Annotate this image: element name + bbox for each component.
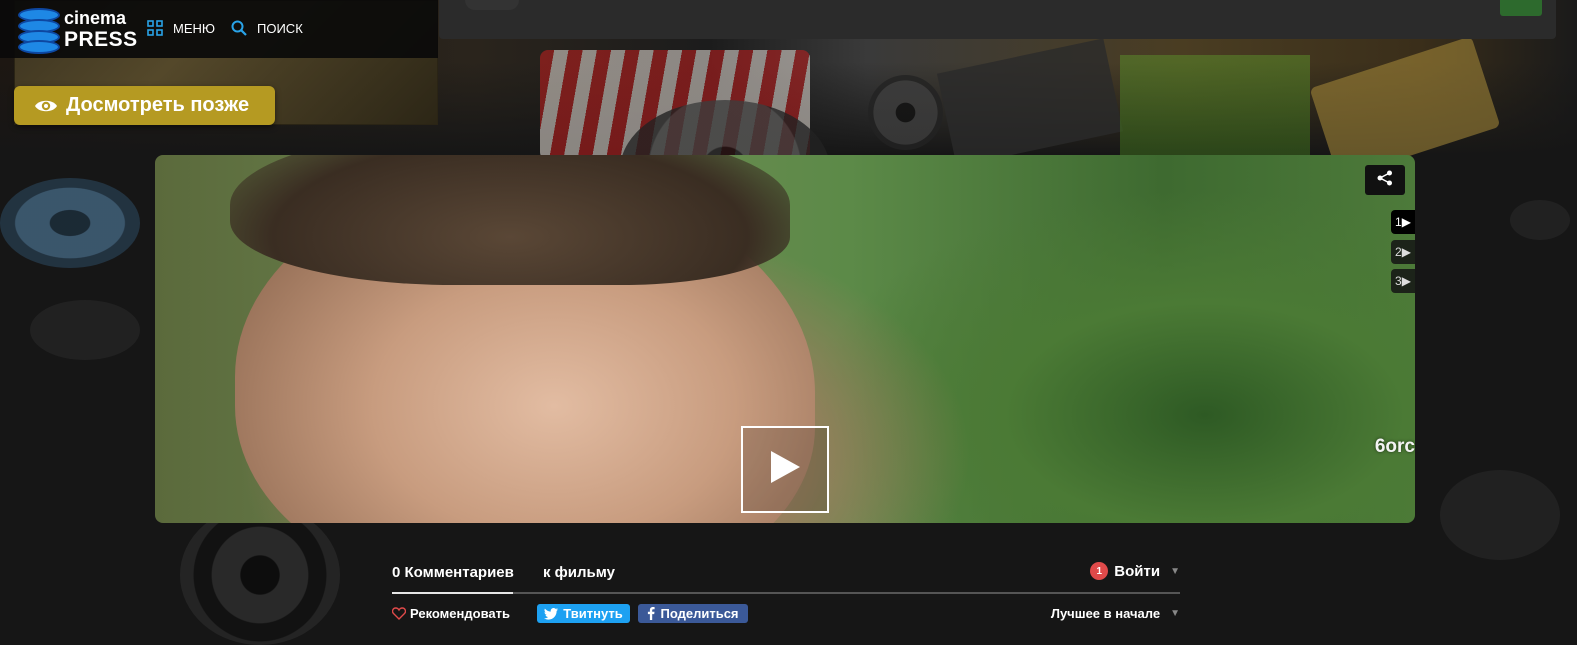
caret-down-icon: ▼ — [1170, 608, 1180, 619]
watch-later-label: Досмотреть позже — [66, 94, 250, 116]
search-panel-left-control[interactable] — [465, 0, 519, 10]
drink-cup-decoration — [1120, 55, 1310, 155]
facebook-share-button[interactable]: Поделиться — [638, 604, 748, 623]
facebook-share-label: Поделиться — [660, 606, 739, 621]
caret-down-icon: ▼ — [1170, 565, 1180, 577]
twitter-bird-icon — [544, 607, 559, 620]
site-header: cinema PRESS МЕНЮ ПОИСК — [0, 0, 438, 58]
eye-icon — [34, 97, 58, 115]
logo-text: cinema PRESS — [64, 7, 138, 51]
share-button[interactable] — [1365, 165, 1405, 195]
logo-line1: cinema — [64, 8, 127, 28]
film-reel-left-decoration — [0, 178, 140, 268]
menu-button[interactable]: МЕНЮ — [147, 20, 215, 36]
notification-badge: 1 — [1090, 562, 1109, 580]
search-label: ПОИСК — [257, 20, 303, 36]
login-label: Войти — [1114, 562, 1161, 580]
grid-icon — [147, 20, 163, 36]
episode-button-1[interactable]: 1▶ — [1391, 210, 1415, 234]
site-logo[interactable]: cinema PRESS — [18, 6, 138, 54]
share-icon — [1377, 170, 1393, 191]
tab-film[interactable]: к фильму — [543, 564, 615, 581]
film-reel-small-decoration — [868, 75, 943, 150]
video-frame-hair — [230, 155, 790, 285]
watch-later-button[interactable]: Досмотреть позже — [14, 86, 275, 125]
recommend-button[interactable]: Рекомендовать — [392, 606, 510, 621]
search-button[interactable]: ПОИСК — [231, 20, 303, 36]
video-player[interactable]: 1▶ 2▶ 3▶ 6orc — [155, 155, 1415, 523]
video-watermark: 6orc — [1374, 436, 1415, 457]
tab-comments-count[interactable]: 0 Комментариев — [392, 564, 514, 581]
search-panel — [439, 0, 1556, 39]
episode-button-3[interactable]: 3▶ — [1391, 269, 1415, 293]
paint-splash-decoration — [30, 300, 140, 360]
recommend-label: Рекомендовать — [410, 606, 510, 621]
paint-splash-decoration — [1510, 200, 1570, 240]
menu-label: МЕНЮ — [173, 20, 216, 36]
comments-section: 0 Комментариев к фильму 1 Войти ▼ Рекоме… — [392, 560, 1180, 634]
speaker-decoration — [180, 505, 340, 645]
sort-label: Лучшее в начале — [1050, 606, 1161, 621]
tweet-button[interactable]: Твитнуть — [537, 604, 630, 623]
play-button[interactable] — [741, 426, 829, 513]
heart-icon — [392, 607, 406, 620]
logo-film-stack-icon — [18, 6, 60, 54]
comments-tabs: 0 Комментариев к фильму 1 Войти ▼ — [392, 560, 1180, 594]
tweet-label: Твитнуть — [563, 606, 623, 621]
comments-actions: Рекомендовать Твитнуть Поделиться Лучшее… — [392, 594, 1180, 634]
play-icon — [769, 450, 801, 489]
facebook-icon — [647, 607, 656, 620]
paint-splash-decoration — [1440, 470, 1560, 560]
episode-button-2[interactable]: 2▶ — [1391, 240, 1415, 264]
search-panel-green-button[interactable] — [1500, 0, 1542, 16]
login-button[interactable]: 1 Войти ▼ — [1090, 562, 1180, 580]
sort-dropdown[interactable]: Лучшее в начале ▼ — [1051, 606, 1180, 621]
logo-line2: PRESS — [64, 28, 138, 51]
search-icon — [231, 20, 247, 36]
